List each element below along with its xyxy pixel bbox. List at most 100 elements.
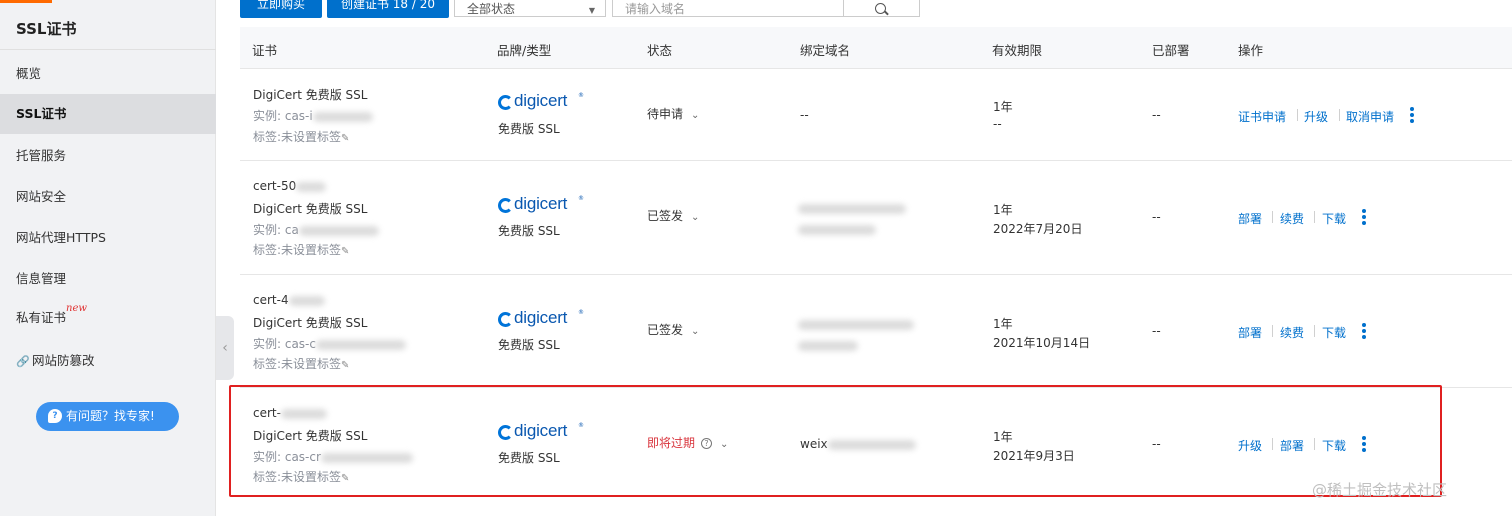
cancel-application-link[interactable]: 取消申请 — [1346, 108, 1394, 125]
cert-instance[interactable]: 实例: ca — [253, 221, 379, 238]
digicert-logo: digicert ® — [498, 91, 588, 112]
header-validity: 有效期限 — [992, 43, 1043, 58]
sidebar-item-managed-service[interactable]: 托管服务 — [0, 136, 216, 176]
cert-tag[interactable]: 标签:未设置标签✎ — [253, 241, 349, 258]
cert-id: cert-4 — [253, 293, 325, 307]
header-brand: 品牌/类型 — [497, 43, 552, 58]
cert-name: DigiCert 免费版 SSL — [253, 88, 368, 102]
instance-text: 实例: ca — [253, 223, 299, 237]
watermark: @稀土掘金技术社区 — [1312, 481, 1448, 499]
validity-period: 1年 — [993, 203, 1013, 217]
header-domain: 绑定域名 — [800, 43, 851, 58]
cert-name: DigiCert 免费版 SSL — [253, 202, 368, 216]
registered-mark-icon: ® — [578, 92, 584, 99]
chevron-left-icon: ‹ — [222, 340, 228, 356]
cert-id: cert-50 — [253, 179, 327, 193]
brand-type: 免费版 SSL — [498, 338, 560, 352]
sidebar-item-overview[interactable]: 概览 — [0, 54, 216, 94]
search-icon — [875, 3, 886, 14]
sidebar-item-label: 网站防篡改 — [31, 353, 95, 368]
highlight-annotation-box — [229, 385, 1442, 497]
digicert-ring-icon — [498, 198, 513, 213]
more-actions-icon[interactable] — [1410, 107, 1414, 123]
status-dropdown[interactable]: 待申请 ⌄ — [647, 105, 699, 122]
brand-wordmark: digicert — [514, 194, 568, 213]
download-link[interactable]: 下载 — [1322, 210, 1346, 227]
apply-cert-link[interactable]: 证书申请 — [1238, 108, 1286, 125]
status-text: 已签发 — [647, 209, 684, 223]
validity-period: 1年 — [993, 317, 1013, 331]
more-actions-icon[interactable] — [1362, 209, 1366, 225]
sidebar-item-private-certs[interactable]: 私有证书 — [0, 298, 216, 338]
deploy-link[interactable]: 部署 — [1238, 324, 1262, 341]
chevron-down-icon: ⌄ — [691, 110, 700, 121]
redacted-text — [298, 225, 379, 236]
sidebar: SSL证书 概览 SSL证书 托管服务 网站安全 网站代理HTTPS 信息管理 … — [0, 0, 216, 516]
table-row: cert-50 DigiCert 免费版 SSL 实例: ca 标签:未设置标签… — [240, 161, 1512, 275]
chevron-down-icon: ⌄ — [691, 326, 700, 337]
sidebar-item-https-proxy[interactable]: 网站代理HTTPS — [0, 218, 216, 258]
action-divider — [1339, 109, 1340, 121]
redacted-domain — [798, 203, 906, 214]
action-divider — [1314, 211, 1315, 223]
redacted-text — [312, 111, 373, 122]
buy-now-button[interactable]: 立即购买 — [240, 0, 322, 18]
more-actions-icon[interactable] — [1362, 323, 1366, 339]
sidebar-item-info-management[interactable]: 信息管理 — [0, 259, 216, 299]
bound-domain — [798, 201, 906, 235]
deployed-count: -- — [1152, 108, 1161, 122]
header-status: 状态 — [647, 43, 673, 58]
table-row: DigiCert 免费版 SSL 实例: cas-i 标签:未设置标签✎ dig… — [240, 70, 1512, 161]
digicert-ring-icon — [498, 95, 513, 110]
action-divider — [1314, 325, 1315, 337]
status-filter-select[interactable]: 全部状态 ▼ — [454, 0, 606, 17]
link-icon: 🔗 — [16, 355, 30, 368]
registered-mark-icon: ® — [578, 195, 584, 202]
sidebar-item-anti-tamper[interactable]: 🔗 网站防篡改 — [0, 341, 216, 381]
upgrade-link[interactable]: 升级 — [1304, 108, 1328, 125]
sidebar-item-site-security[interactable]: 网站安全 — [0, 177, 216, 217]
domain-search-input[interactable]: 请输入域名 — [612, 0, 844, 17]
chevron-down-icon: ⌄ — [691, 212, 700, 223]
status-text: 待申请 — [647, 107, 684, 121]
registered-mark-icon: ® — [578, 309, 584, 316]
brand-wordmark: digicert — [514, 308, 568, 327]
cert-instance[interactable]: 实例: cas-c — [253, 335, 406, 352]
bound-domain: -- — [800, 108, 809, 122]
header-cert: 证书 — [252, 43, 278, 58]
table-header: 证书 品牌/类型 状态 绑定域名 有效期限 已部署 操作 — [240, 27, 1512, 69]
header-actions: 操作 — [1238, 43, 1264, 58]
tag-text: 标签:未设置标签 — [253, 130, 342, 144]
deployed-count: -- — [1152, 210, 1161, 224]
cert-tag[interactable]: 标签:未设置标签✎ — [253, 128, 349, 145]
ask-expert-button[interactable]: ? 有问题？找专家! — [36, 402, 179, 431]
cert-tag[interactable]: 标签:未设置标签✎ — [253, 355, 349, 372]
header-deployed: 已部署 — [1152, 43, 1190, 58]
top-accent-bar — [0, 0, 52, 3]
digicert-logo: digicert ® — [498, 308, 588, 329]
validity-period: 1年 — [993, 100, 1013, 114]
deployed-count: -- — [1152, 324, 1161, 338]
action-divider — [1297, 109, 1298, 121]
tag-text: 标签:未设置标签 — [253, 357, 342, 371]
redacted-domain — [798, 225, 876, 235]
collapse-sidebar-handle[interactable]: ‹ — [216, 316, 234, 380]
instance-text: 实例: cas-c — [253, 337, 316, 351]
status-filter-value: 全部状态 — [467, 2, 516, 16]
instance-text: 实例: cas-i — [253, 109, 313, 123]
cert-id-text: cert-4 — [253, 293, 289, 307]
status-dropdown[interactable]: 已签发 ⌄ — [647, 207, 699, 224]
ask-expert-label: 有问题？找专家! — [66, 409, 155, 423]
sidebar-item-ssl-certs[interactable]: SSL证书 — [0, 94, 216, 134]
deploy-link[interactable]: 部署 — [1238, 210, 1262, 227]
status-dropdown[interactable]: 已签发 ⌄ — [647, 321, 699, 338]
search-button[interactable] — [843, 0, 920, 17]
cert-instance[interactable]: 实例: cas-i — [253, 107, 373, 124]
action-divider — [1272, 211, 1273, 223]
create-cert-button[interactable]: 创建证书 18 / 20 — [327, 0, 449, 18]
download-link[interactable]: 下载 — [1322, 324, 1346, 341]
table-row: cert-4 DigiCert 免费版 SSL 实例: cas-c 标签:未设置… — [240, 275, 1512, 388]
renew-link[interactable]: 续费 — [1280, 210, 1304, 227]
redacted-text — [316, 339, 406, 350]
renew-link[interactable]: 续费 — [1280, 324, 1304, 341]
